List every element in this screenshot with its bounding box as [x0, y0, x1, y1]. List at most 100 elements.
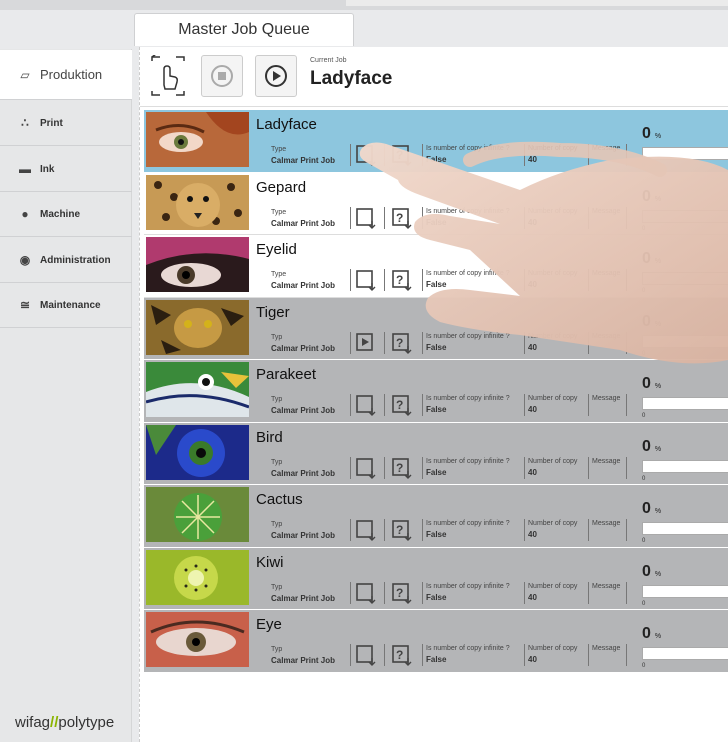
sidebar-item-maintenance[interactable]: ≅ Maintenance [0, 283, 132, 328]
job-info-icon[interactable]: ? [388, 330, 416, 356]
separator [422, 394, 423, 416]
main-panel: Current Job Ladyface Ladyface Type Calmar … [139, 47, 728, 742]
job-type-label: Typ [271, 333, 283, 341]
separator [384, 331, 385, 354]
sidebar-item-administration[interactable]: ◉ Administration [0, 238, 132, 283]
job-row-eyelid[interactable]: Eyelid Type Calmar Print Job? Is number of … [144, 235, 728, 298]
job-type-value: Calmar Print Job [271, 593, 336, 603]
job-move-icon[interactable] [352, 580, 380, 606]
job-info-icon[interactable]: ? [388, 392, 416, 418]
sidebar-item-ink[interactable]: ▬ Ink [0, 147, 132, 192]
job-move-icon[interactable] [352, 205, 380, 231]
separator [384, 394, 385, 416]
job-info-icon[interactable]: ? [388, 267, 416, 293]
svg-text:?: ? [396, 461, 403, 475]
separator [422, 456, 423, 479]
job-row-bird[interactable]: Bird Typ Calmar Print Job? Is number of cop… [144, 422, 728, 485]
sidebar-item-produktion[interactable]: ▱ Produktion [0, 50, 132, 100]
progress-unit: % [654, 383, 662, 390]
infinite-value: False [426, 342, 447, 352]
job-type-value: Calmar Print Job [271, 343, 336, 353]
separator [588, 394, 589, 416]
job-info-icon[interactable]: ? [388, 580, 416, 606]
play-icon [265, 65, 287, 87]
top-strip [0, 0, 728, 10]
separator [588, 269, 589, 291]
sidebar-item-machine[interactable]: ● Machine [0, 192, 132, 237]
job-row-kiwi[interactable]: Kiwi Typ Calmar Print Job? Is number of cop… [144, 547, 728, 610]
job-name: Eyelid [256, 241, 297, 258]
job-type-label: Typ [271, 583, 283, 591]
message-label: Message [592, 270, 621, 277]
stop-button[interactable] [201, 55, 243, 97]
play-button[interactable] [255, 55, 297, 97]
job-name: Ladyface [256, 116, 317, 133]
message-label: Message [592, 207, 621, 215]
job-move-icon[interactable] [352, 642, 380, 668]
separator [524, 144, 525, 166]
infinite-label: Is number of copy infinite ? [426, 582, 510, 590]
progress-min: 0 [642, 600, 646, 607]
tab-master-job-queue[interactable]: Master Job Queue [134, 13, 354, 46]
job-move-icon[interactable] [352, 455, 380, 481]
job-move-icon[interactable] [352, 392, 380, 418]
separator [524, 206, 525, 229]
svg-text:?: ? [396, 586, 403, 600]
progress-unit: % [654, 633, 662, 640]
separator [350, 644, 351, 666]
progress-bar [642, 334, 728, 348]
touch-reorder-icon [151, 55, 185, 96]
touch-reorder-button[interactable] [146, 55, 190, 97]
infinite-label: Is number of copy infinite ? [426, 520, 510, 527]
job-play-icon[interactable] [352, 330, 380, 356]
progress-bar [642, 522, 728, 535]
job-row-ladyface[interactable]: Ladyface Type Calmar Print Job? Is number o… [144, 110, 728, 173]
svg-text:?: ? [396, 523, 403, 537]
job-move-icon[interactable] [352, 517, 380, 543]
job-row-gepard[interactable]: Gepard Type Calmar Print Job? Is number of … [144, 172, 728, 235]
job-move-icon[interactable] [352, 267, 380, 293]
job-thumbnail [146, 174, 249, 230]
top-strip-segment [346, 0, 728, 6]
separator [422, 144, 423, 166]
progress-min: 0 [642, 538, 646, 544]
infinite-value: False [426, 217, 447, 227]
progress-min: 0 [642, 163, 646, 169]
job-info-icon[interactable]: ? [388, 642, 416, 668]
job-info-icon[interactable]: ? [388, 517, 416, 543]
job-row-eye[interactable]: Eye Typ Calmar Print Job? Is number of copy… [144, 610, 728, 673]
progress-percent: 0% [642, 250, 661, 268]
progress-value: 0 [642, 187, 651, 205]
infinite-label: Is number of copy infinite ? [426, 645, 510, 652]
message-label: Message [592, 332, 621, 340]
job-type-label: Typ [271, 521, 283, 528]
separator [588, 644, 589, 666]
job-thumbnail [146, 612, 249, 667]
job-info-icon[interactable]: ? [388, 205, 416, 231]
job-row-cactus[interactable]: Cactus Typ Calmar Print Job? Is number of c… [144, 485, 728, 548]
copies-label: Number of copy [528, 395, 578, 402]
progress-bar [642, 209, 728, 223]
separator [626, 331, 627, 354]
production-icon: ▱ [20, 67, 30, 82]
job-type-value: Calmar Print Job [271, 531, 336, 540]
job-thumbnail [146, 549, 249, 605]
job-type-value: Calmar Print Job [271, 156, 336, 165]
job-info-icon[interactable]: ? [388, 455, 416, 481]
svg-text:?: ? [396, 336, 403, 350]
brand-logo: wifag//polytype [15, 714, 114, 731]
sidebar-item-print[interactable]: ∴ Print [0, 101, 132, 146]
progress-unit: % [654, 320, 662, 328]
separator [524, 269, 525, 291]
job-thumbnail [146, 362, 249, 417]
job-row-parakeet[interactable]: Parakeet Typ Calmar Print Job? Is number of… [144, 360, 728, 423]
job-move-icon[interactable] [352, 142, 380, 168]
progress-percent: 0% [642, 438, 661, 456]
stop-icon [211, 65, 233, 87]
job-info-icon[interactable]: ? [388, 142, 416, 168]
progress-unit: % [654, 570, 662, 578]
job-row-tiger[interactable]: Tiger Typ Calmar Print Job? Is number of co… [144, 297, 728, 360]
svg-text:?: ? [396, 273, 403, 287]
progress-min: 0 [642, 350, 646, 357]
separator [350, 144, 351, 166]
